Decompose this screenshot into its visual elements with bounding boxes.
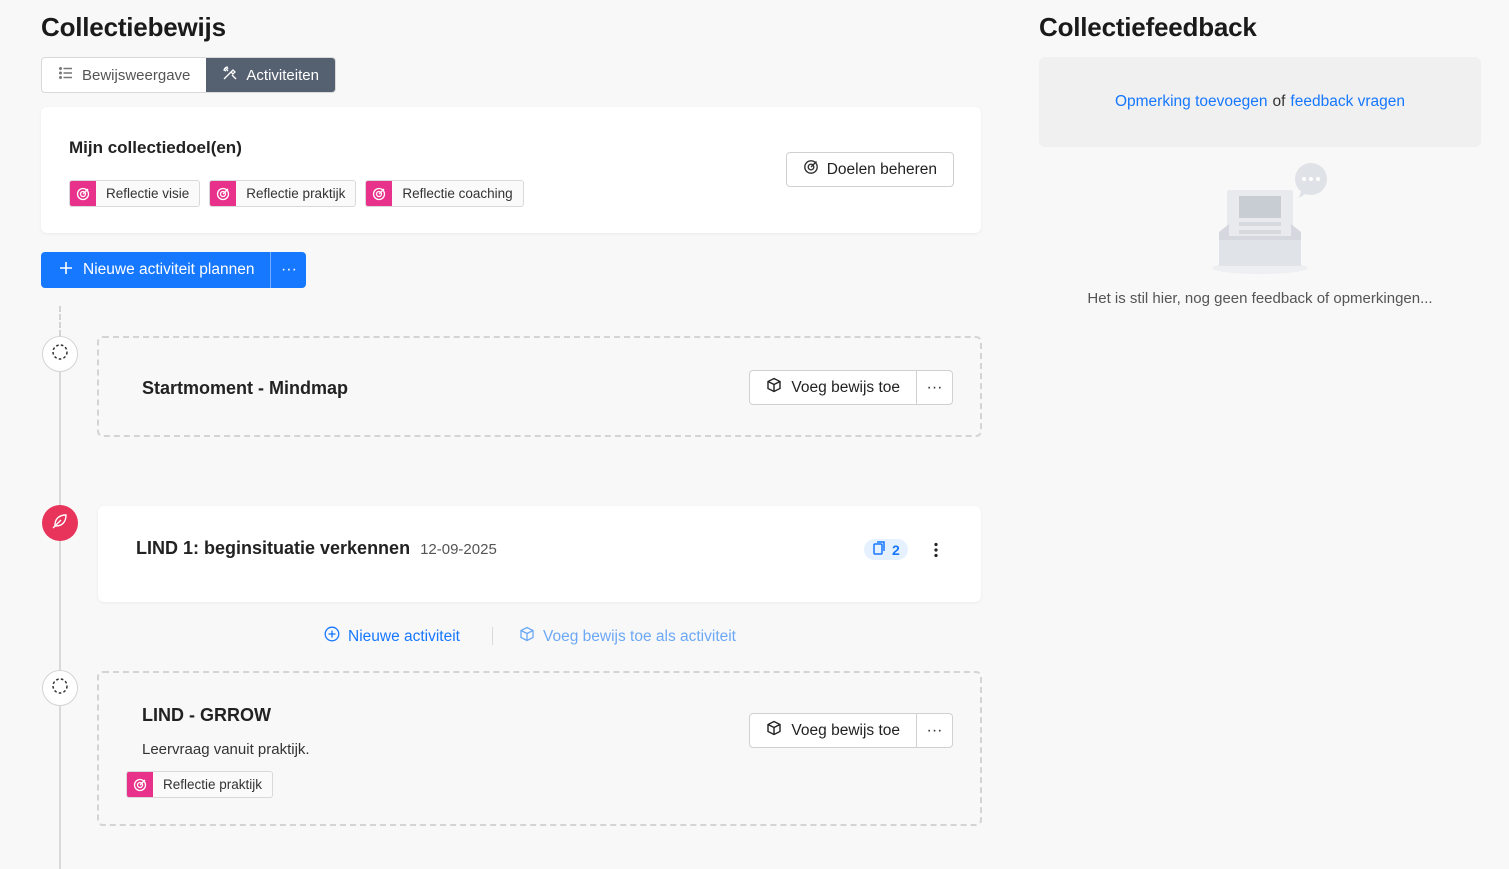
tab-label: Bewijsweergave bbox=[82, 66, 191, 84]
tab-label: Activiteiten bbox=[246, 66, 319, 84]
activity-title: LIND - GRROW bbox=[142, 705, 271, 725]
goal-tag-label: Reflectie praktijk bbox=[163, 777, 263, 792]
vertical-dots-icon bbox=[934, 542, 938, 563]
list-icon bbox=[58, 65, 74, 85]
link-divider bbox=[492, 627, 493, 645]
target-icon bbox=[70, 181, 96, 206]
add-evidence-button[interactable]: Voeg bewijs toe bbox=[750, 714, 916, 747]
empty-inbox-illustration bbox=[1205, 162, 1335, 277]
new-activity-split-button: Nieuwe activiteit plannen ··· bbox=[41, 252, 307, 288]
goal-tag: Reflectie praktijk bbox=[209, 180, 357, 207]
page-title: Collectiebewijs bbox=[41, 12, 226, 42]
activity-title: LIND 1: beginsituatie verkennen bbox=[136, 538, 411, 558]
feedback-prompt: Opmerking toevoegen of feedback vragen bbox=[1039, 57, 1481, 147]
activity-header: LIND 1: beginsituatie verkennen 12-09-20… bbox=[136, 538, 497, 559]
or-text: of bbox=[1272, 93, 1286, 110]
plan-new-activity-label: Nieuwe activiteit plannen bbox=[83, 261, 255, 278]
activity-date: 12-09-2025 bbox=[420, 541, 497, 558]
activity-menu-button[interactable] bbox=[924, 540, 948, 564]
more-options-button[interactable]: ··· bbox=[270, 252, 306, 288]
plus-icon bbox=[59, 261, 73, 280]
activity-more-button[interactable]: ··· bbox=[916, 714, 952, 747]
add-evidence-label: Voeg bewijs toe bbox=[791, 378, 900, 396]
tab-bewijsweergave[interactable]: Bewijsweergave bbox=[42, 58, 206, 92]
new-activity-link[interactable]: Nieuwe activiteit bbox=[324, 626, 460, 647]
activity-description: Leervraag vanuit praktijk. bbox=[142, 741, 310, 758]
timeline-line bbox=[59, 336, 61, 869]
timeline-node-planned bbox=[42, 670, 78, 706]
add-evidence-button[interactable]: Voeg bewijs toe bbox=[750, 371, 916, 404]
tab-activiteiten[interactable]: Activiteiten bbox=[206, 58, 335, 92]
goal-tags: Reflectie visie Reflectie praktijk Refle… bbox=[69, 180, 524, 207]
target-icon bbox=[366, 181, 393, 206]
tools-icon bbox=[222, 65, 238, 85]
add-evidence-label: Voeg bewijs toe bbox=[791, 721, 900, 739]
empty-state-text: Het is stil hier, nog geen feedback of o… bbox=[1087, 290, 1433, 307]
activity-more-button[interactable]: ··· bbox=[916, 371, 952, 404]
copy-icon bbox=[872, 541, 886, 558]
add-evidence-as-activity-label: Voeg bewijs toe als activiteit bbox=[543, 627, 736, 645]
goal-tag-label: Reflectie praktijk bbox=[246, 186, 346, 201]
activity-card: Startmoment - Mindmap Voeg bewijs toe ··… bbox=[97, 336, 982, 437]
evidence-count: 2 bbox=[892, 541, 900, 558]
box-icon bbox=[766, 720, 782, 741]
add-comment-link[interactable]: Opmerking toevoegen bbox=[1115, 93, 1268, 111]
goal-tag-label: Reflectie visie bbox=[106, 186, 190, 201]
box-icon bbox=[766, 377, 782, 398]
evidence-count-badge: 2 bbox=[864, 539, 908, 560]
dashed-circle-icon bbox=[51, 677, 69, 700]
goals-title: Mijn collectiedoel(en) bbox=[69, 138, 242, 157]
new-activity-link-label: Nieuwe activiteit bbox=[348, 627, 460, 645]
activity-card[interactable]: LIND 1: beginsituatie verkennen 12-09-20… bbox=[98, 506, 981, 602]
target-icon bbox=[210, 181, 237, 206]
goal-tag: Reflectie visie bbox=[69, 180, 201, 207]
timeline-start bbox=[59, 306, 61, 336]
request-feedback-link[interactable]: feedback vragen bbox=[1290, 93, 1405, 111]
activity-actions: Voeg bewijs toe ··· bbox=[749, 713, 953, 748]
view-switcher: Bewijsweergave Activiteiten bbox=[41, 57, 336, 93]
box-icon bbox=[519, 626, 535, 647]
feather-icon bbox=[51, 512, 69, 535]
plan-new-activity-button[interactable]: Nieuwe activiteit plannen bbox=[41, 252, 270, 288]
plus-circle-icon bbox=[324, 626, 340, 647]
goal-tag: Reflectie coaching bbox=[365, 180, 524, 207]
dashed-circle-icon bbox=[51, 343, 69, 366]
manage-goals-button[interactable]: Doelen beheren bbox=[785, 152, 954, 187]
timeline-node-active bbox=[42, 505, 78, 541]
target-icon bbox=[127, 772, 153, 797]
goal-tag: Reflectie praktijk bbox=[126, 771, 274, 798]
goal-tag-label: Reflectie coaching bbox=[402, 186, 513, 201]
activity-card: LIND - GRROW Leervraag vanuit praktijk. … bbox=[97, 671, 982, 826]
inbox-icon bbox=[1212, 163, 1327, 274]
goals-card: Mijn collectiedoel(en) Reflectie visie R… bbox=[41, 107, 981, 233]
activity-actions: Voeg bewijs toe ··· bbox=[749, 370, 953, 405]
activity-title: Startmoment - Mindmap bbox=[142, 378, 349, 398]
manage-goals-label: Doelen beheren bbox=[826, 160, 937, 178]
timeline-node-planned bbox=[42, 336, 78, 372]
target-icon bbox=[803, 159, 819, 180]
add-evidence-as-activity-link[interactable]: Voeg bewijs toe als activiteit bbox=[519, 626, 736, 647]
feedback-title: Collectiefeedback bbox=[1039, 12, 1257, 42]
